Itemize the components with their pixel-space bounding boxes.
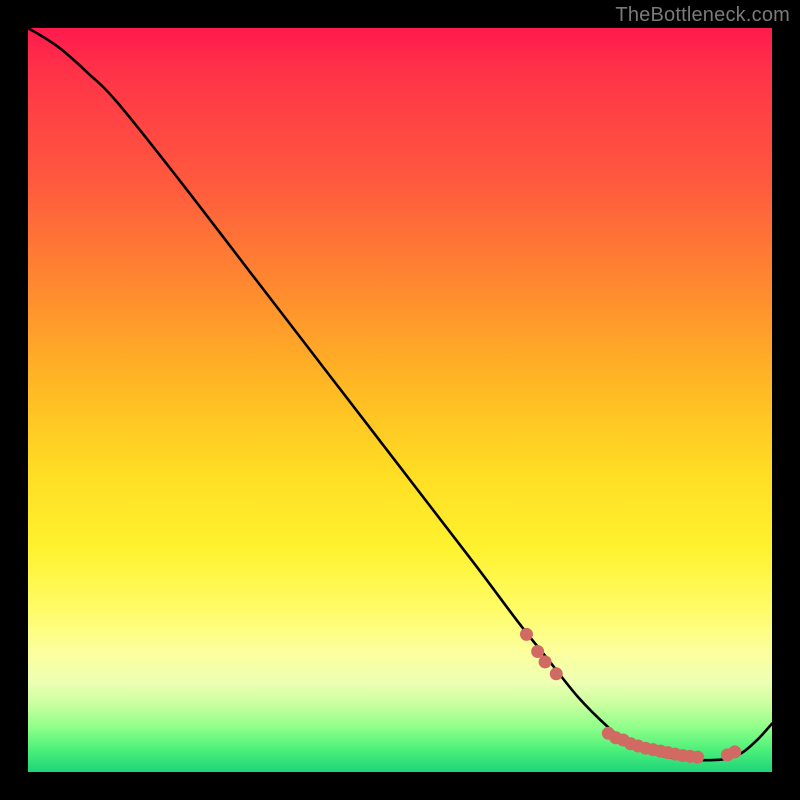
curve-marker (520, 628, 533, 641)
watermark-text: TheBottleneck.com (615, 4, 790, 27)
curve-marker (531, 645, 544, 658)
chart-frame: TheBottleneck.com (0, 0, 800, 800)
curve-marker (550, 667, 563, 680)
bottleneck-curve (28, 28, 772, 760)
curve-marker (539, 655, 552, 668)
curve-marker (691, 751, 704, 764)
plot-area (28, 28, 772, 772)
curve-svg (28, 28, 772, 772)
curve-marker (728, 745, 741, 758)
curve-markers (520, 628, 741, 764)
